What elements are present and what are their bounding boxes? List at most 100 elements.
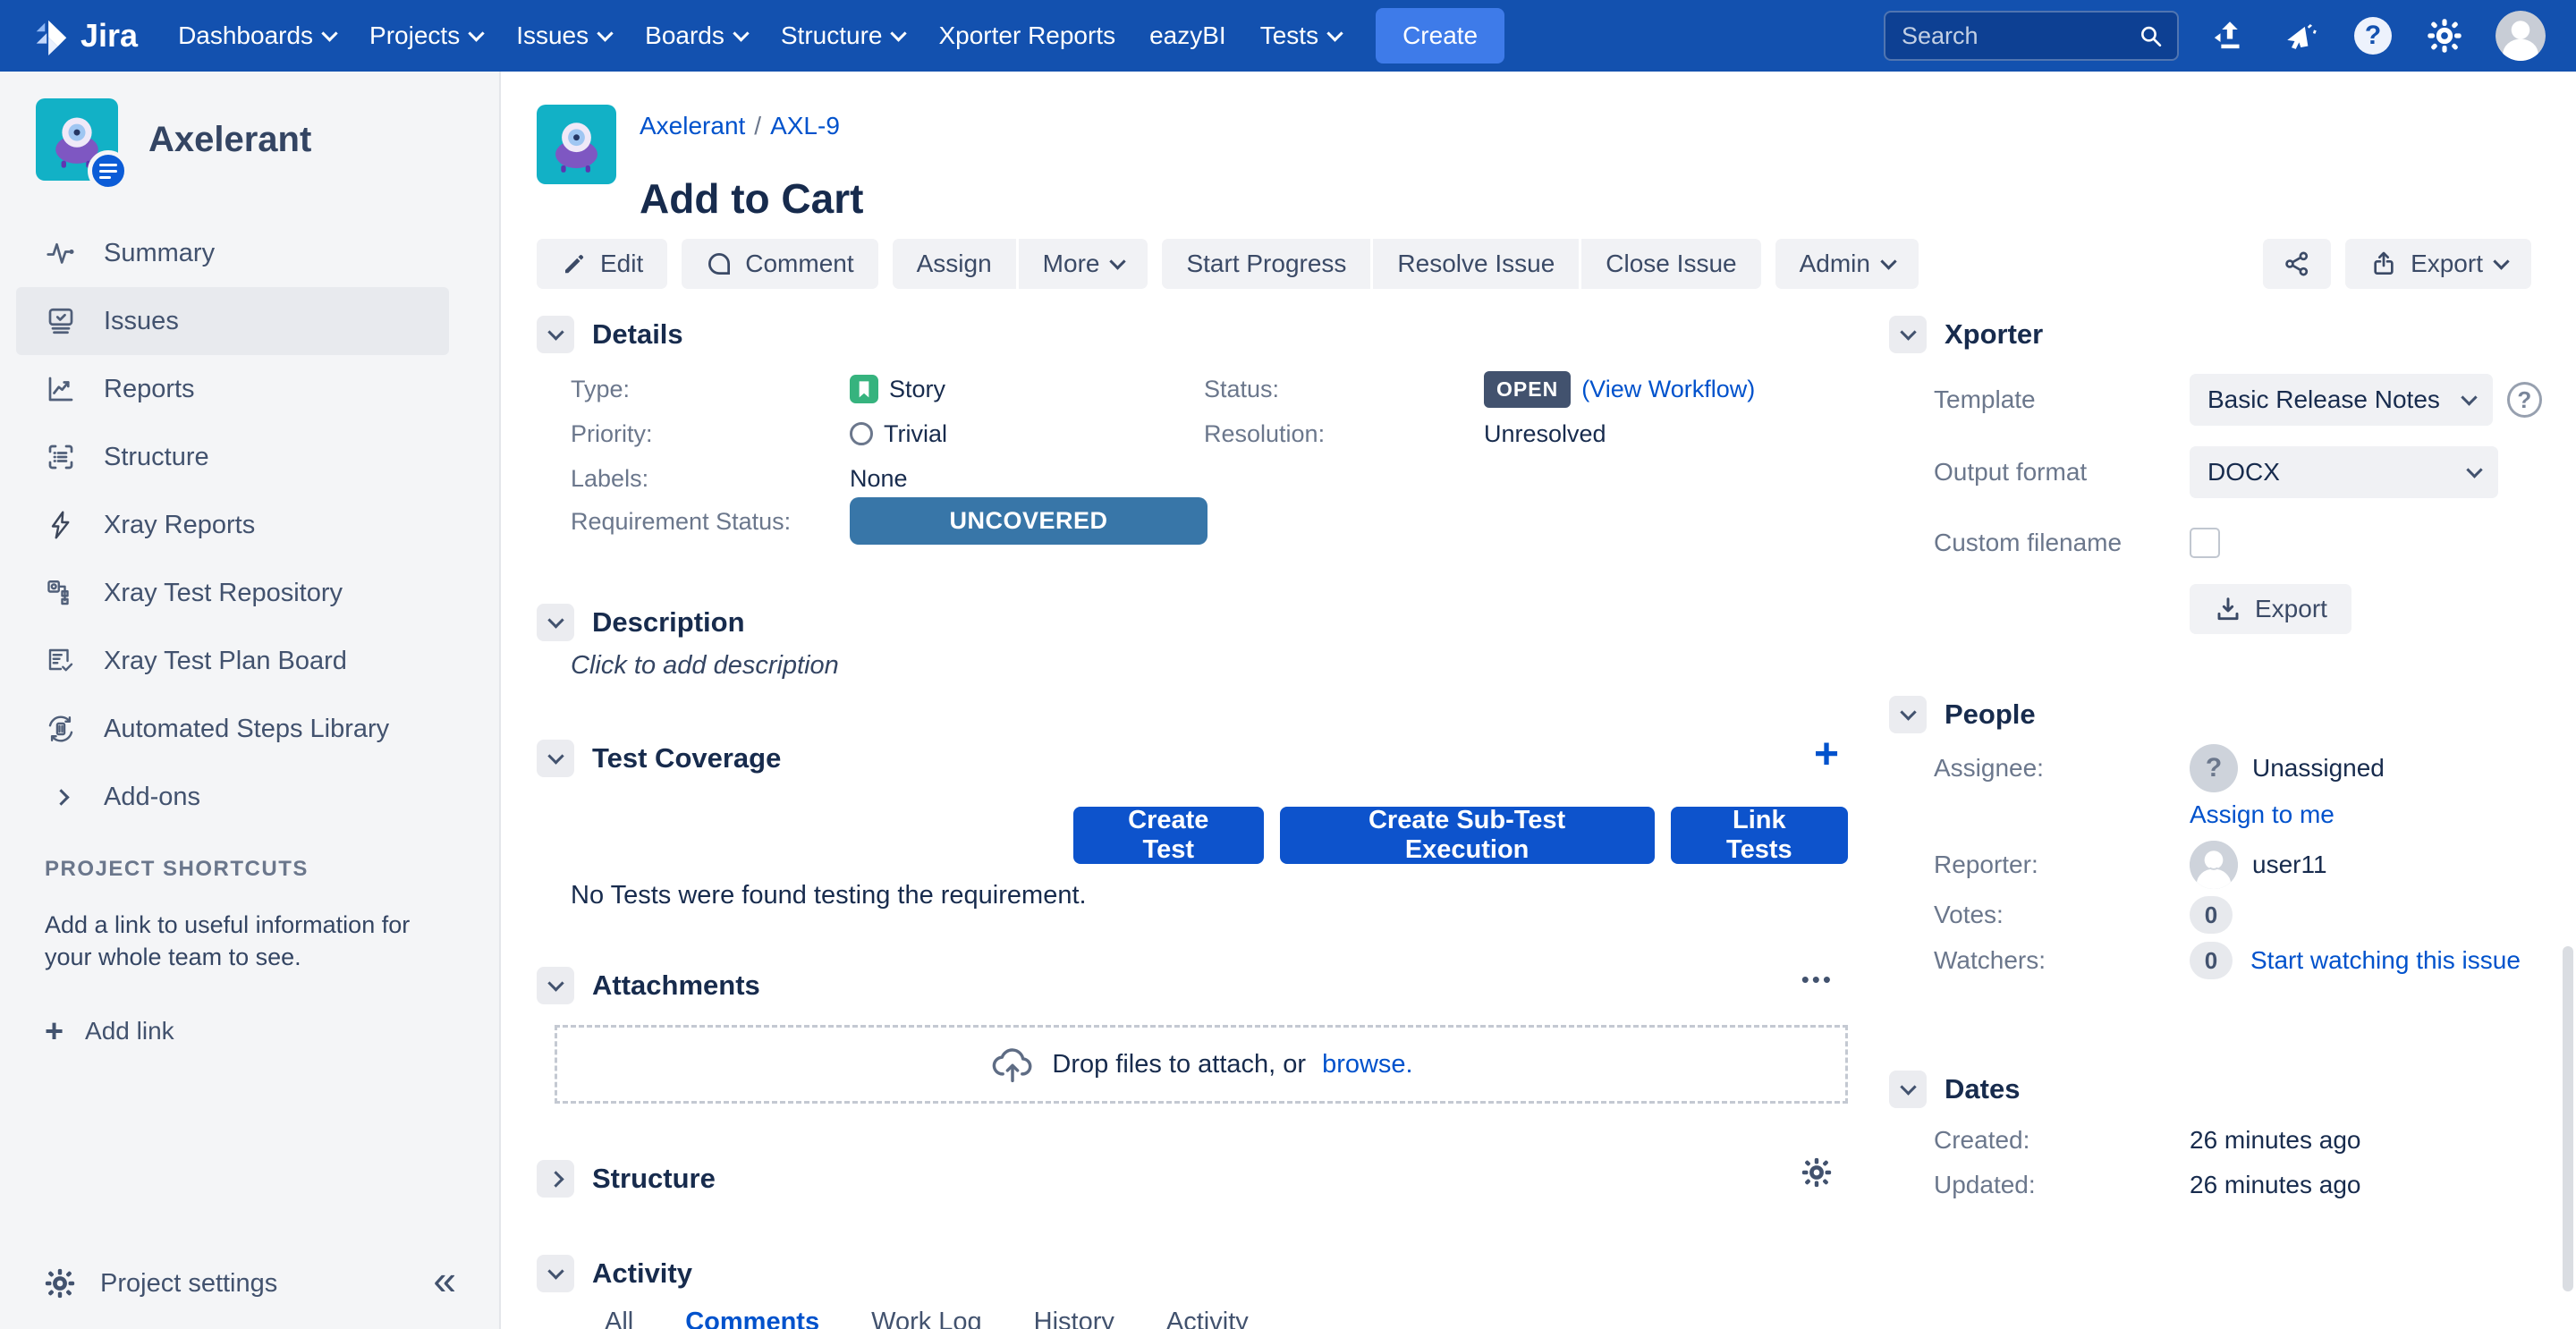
sidebar-item-automated-steps-library[interactable]: Automated Steps Library — [0, 695, 449, 763]
chevron-down-icon — [733, 25, 750, 42]
project-settings-link[interactable]: Project settings — [100, 1269, 277, 1299]
xporter-export-button[interactable]: Export — [2190, 584, 2351, 634]
nav-item-label: Structure — [780, 21, 883, 49]
chevron-down-icon — [2461, 389, 2478, 406]
user-avatar[interactable] — [2496, 11, 2546, 61]
sidebar-item-label: Xray Test Repository — [104, 578, 343, 607]
story-type-icon — [850, 375, 878, 403]
xporter-upload-icon[interactable] — [2209, 15, 2250, 56]
people-section-header[interactable]: People — [1889, 695, 2036, 734]
test-coverage-section-header[interactable]: Test Coverage — [537, 739, 781, 778]
chevron-down-icon — [597, 25, 614, 42]
custom-filename-checkbox[interactable] — [2190, 528, 2220, 558]
collapse-sidebar-icon[interactable]: « — [433, 1259, 456, 1300]
nav-item-dashboards[interactable]: Dashboards — [161, 11, 352, 61]
question-mark-glyph: ? — [2354, 17, 2392, 55]
assign-to-me-link[interactable]: Assign to me — [2190, 800, 2334, 829]
sidebar-item-xray-test-repository[interactable]: Xray Test Repository — [0, 559, 449, 627]
structure-settings-gear-icon[interactable] — [1800, 1155, 1834, 1194]
dates-section-header[interactable]: Dates — [1889, 1070, 2020, 1109]
tab-history[interactable]: History — [1034, 1308, 1114, 1329]
pulse-icon — [47, 242, 74, 264]
expand-section-icon[interactable] — [537, 1160, 574, 1198]
template-help-icon[interactable]: ? — [2506, 382, 2542, 418]
shortcuts-description: Add a link to useful information for you… — [45, 911, 411, 971]
help-icon[interactable]: ? — [2352, 15, 2394, 56]
attachments-section-header[interactable]: Attachments — [537, 966, 760, 1005]
nav-item-label: Tests — [1259, 21, 1319, 49]
section-title: Attachments — [592, 969, 760, 1001]
project-header[interactable]: Axelerant — [36, 98, 311, 191]
collapse-section-icon[interactable] — [1889, 1071, 1927, 1108]
nav-item-eazybi[interactable]: eazyBI — [1132, 11, 1243, 61]
xporter-section-header[interactable]: Xporter — [1889, 315, 2043, 354]
details-section-header[interactable]: Details — [537, 315, 683, 354]
create-button[interactable]: Create — [1376, 8, 1505, 63]
sidebar-item-label: Xray Test Plan Board — [104, 646, 347, 675]
nav-item-xporter-reports[interactable]: Xporter Reports — [921, 11, 1132, 61]
primary-nav: Dashboards Projects Issues Boards Struct… — [161, 11, 1358, 61]
nav-item-boards[interactable]: Boards — [628, 11, 764, 61]
add-link-button[interactable]: + Add link — [45, 1012, 445, 1049]
created-label: Created: — [1934, 1126, 2030, 1154]
collapse-section-icon[interactable] — [537, 1255, 574, 1292]
feedback-megaphone-icon[interactable] — [2281, 15, 2322, 56]
tab-comments[interactable]: Comments — [685, 1308, 819, 1329]
collapse-section-icon[interactable] — [537, 604, 574, 641]
settings-gear-icon[interactable] — [2424, 15, 2465, 56]
collapse-section-icon[interactable] — [1889, 696, 1927, 733]
section-title: Test Coverage — [592, 742, 782, 774]
section-title: Structure — [592, 1163, 716, 1194]
template-select[interactable]: Basic Release Notes — [2190, 374, 2493, 426]
shortcuts-title: PROJECT SHORTCUTS — [45, 857, 309, 881]
create-test-button[interactable]: Create Test — [1073, 806, 1264, 864]
created-row: Created: 26 minutes ago — [1934, 1126, 2542, 1155]
page-scrollbar[interactable] — [2563, 946, 2573, 1291]
collapse-section-icon[interactable] — [537, 967, 574, 1004]
votes-badge[interactable]: 0 — [2190, 896, 2233, 934]
collapse-section-icon[interactable] — [537, 316, 574, 353]
tab-activity[interactable]: Activity — [1166, 1308, 1249, 1329]
sidebar-item-xray-reports[interactable]: Xray Reports — [0, 491, 449, 559]
search-input[interactable] — [1900, 21, 2138, 51]
output-format-select[interactable]: DOCX — [2190, 446, 2498, 498]
sidebar-item-label: Summary — [104, 238, 216, 267]
tab-work-log[interactable]: Work Log — [871, 1308, 982, 1329]
create-sub-test-execution-button[interactable]: Create Sub-Test Execution — [1279, 806, 1655, 864]
sidebar-item-xray-test-plan-board[interactable]: Xray Test Plan Board — [0, 627, 449, 695]
sidebar-item-issues[interactable]: Issues — [16, 287, 449, 355]
collapse-section-icon[interactable] — [537, 740, 574, 777]
description-section-header[interactable]: Description — [537, 603, 745, 642]
cloud-upload-icon — [993, 1048, 1032, 1083]
attachments-dropzone[interactable]: Drop files to attach, or browse. — [555, 1025, 1848, 1104]
nav-item-projects[interactable]: Projects — [352, 11, 499, 61]
top-nav-right: ? — [1884, 11, 2546, 61]
votes-row: Votes: 0 — [1934, 896, 2542, 934]
sidebar-item-summary[interactable]: Summary — [0, 219, 449, 287]
attachments-more-icon[interactable]: ••• — [1801, 966, 1834, 994]
sidebar-item-add-ons[interactable]: Add-ons — [0, 763, 449, 831]
watchers-badge[interactable]: 0 — [2190, 942, 2233, 979]
structure-section-header[interactable]: Structure — [537, 1159, 716, 1198]
nav-item-structure[interactable]: Structure — [764, 11, 922, 61]
sidebar-item-reports[interactable]: Reports — [0, 355, 449, 423]
search-box[interactable] — [1884, 11, 2179, 61]
tab-all[interactable]: All — [605, 1308, 633, 1329]
jira-logo[interactable]: Jira — [30, 15, 138, 56]
add-test-coverage-icon[interactable]: + — [1814, 733, 1839, 776]
reports-icon — [48, 377, 73, 402]
unassigned-avatar: ? — [2190, 744, 2238, 792]
description-placeholder[interactable]: Click to add description — [571, 651, 839, 681]
collapse-section-icon[interactable] — [1889, 316, 1927, 353]
reporter-label: Reporter: — [1934, 851, 2038, 878]
sidebar-item-structure[interactable]: Structure — [0, 423, 449, 491]
start-watching-link[interactable]: Start watching this issue — [2250, 946, 2521, 975]
browse-link[interactable]: browse. — [1322, 1050, 1413, 1079]
top-nav: Jira Dashboards Projects Issues Boards S… — [0, 0, 2576, 72]
plus-icon: + — [45, 1012, 64, 1049]
link-tests-button[interactable]: Link Tests — [1670, 806, 1848, 864]
activity-section-header[interactable]: Activity — [537, 1254, 692, 1293]
view-workflow-link[interactable]: (View Workflow) — [1581, 376, 1755, 403]
nav-item-issues[interactable]: Issues — [499, 11, 628, 61]
nav-item-tests[interactable]: Tests — [1243, 11, 1358, 61]
